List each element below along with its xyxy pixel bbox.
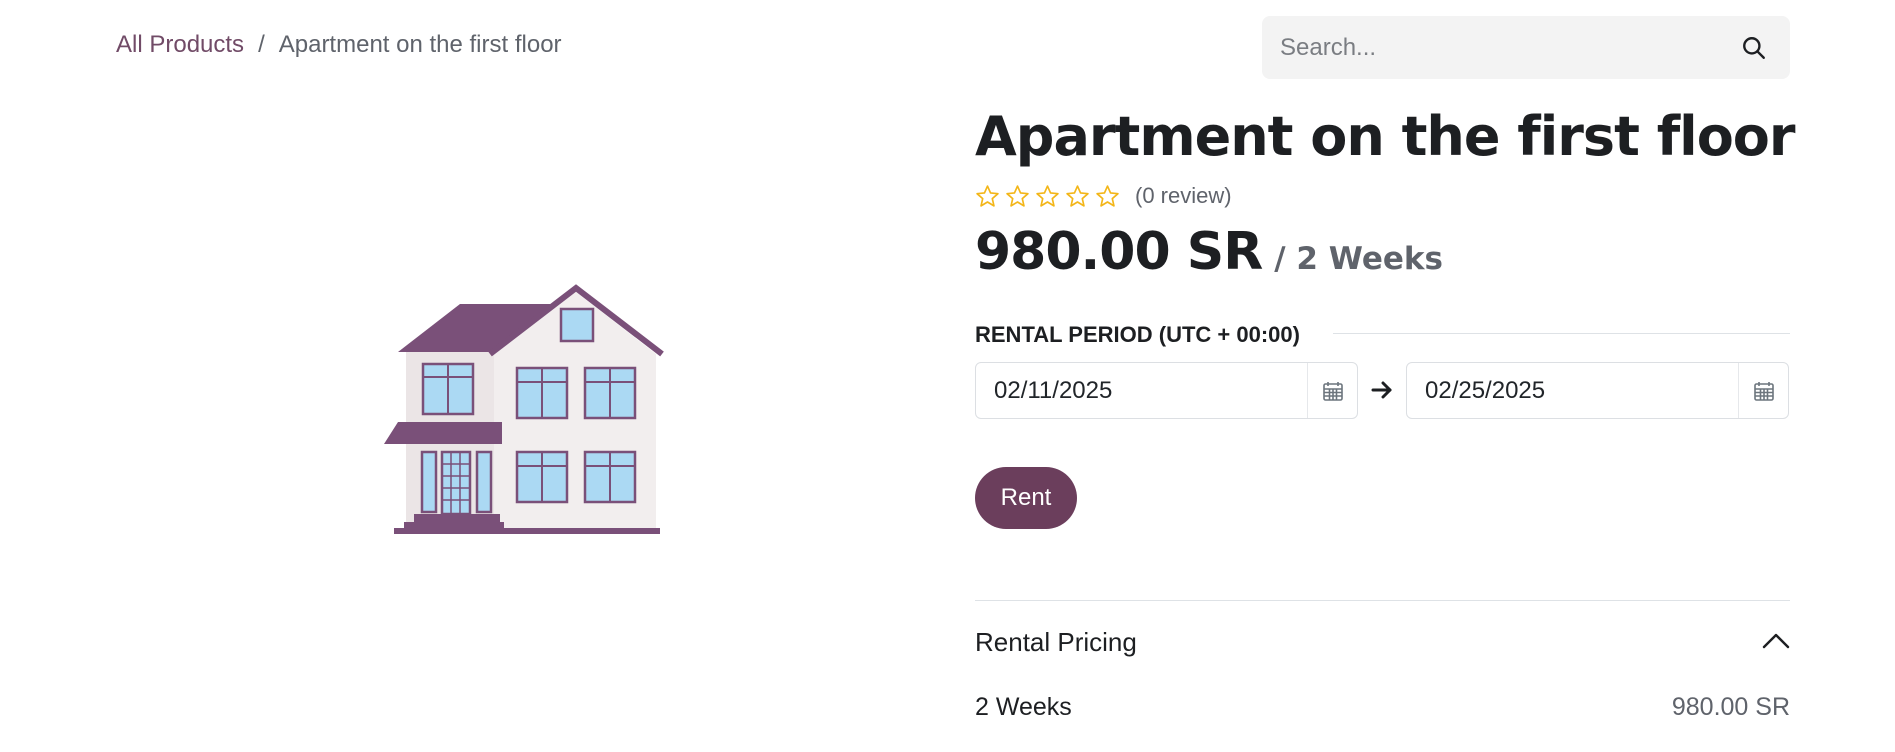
rental-end-date-field [1406, 362, 1789, 419]
star-empty-icon [976, 184, 999, 207]
star-empty-icon [1066, 184, 1089, 207]
pricing-price: 980.00 SR [1671, 693, 1790, 721]
product-image [380, 262, 665, 534]
star-empty-icon [1096, 184, 1119, 207]
search-input[interactable] [1280, 33, 1736, 62]
price-amount: 980.00 SR [975, 222, 1263, 282]
rental-period-label: RENTAL PERIOD (UTC + 00:00) [975, 322, 1300, 347]
search-bar [1262, 16, 1790, 79]
pricing-row: 2 Weeks 980.00 SR [975, 693, 1790, 722]
chevron-up-icon [1762, 631, 1790, 654]
breadcrumb-separator: / [258, 31, 265, 58]
rating: (0 review) [975, 183, 1232, 209]
rental-pricing-toggle[interactable]: Rental Pricing [975, 622, 1790, 662]
star-empty-icon [1036, 184, 1059, 207]
breadcrumb-current-page: Apartment on the first floor [278, 31, 562, 58]
arrow-right-icon [1370, 375, 1394, 405]
rental-pricing-title: Rental Pricing [975, 626, 1137, 657]
rental-period-divider [1333, 333, 1790, 334]
rental-end-date-input[interactable] [1407, 363, 1738, 418]
star-empty-icon [1006, 184, 1029, 207]
rental-start-date-input[interactable] [976, 363, 1307, 418]
pricing-divider [975, 600, 1790, 601]
rental-start-date-field [975, 362, 1358, 419]
calendar-icon[interactable] [1307, 363, 1357, 418]
search-icon[interactable] [1736, 30, 1772, 66]
review-count[interactable]: (0 review) [1135, 183, 1232, 209]
house-illustration-icon [384, 284, 664, 534]
price: 980.00 SR / 2 Weeks [975, 222, 1443, 282]
breadcrumb: All Products / Apartment on the first fl… [116, 31, 562, 59]
breadcrumb-all-products-link[interactable]: All Products [116, 31, 244, 59]
rent-button[interactable]: Rent [975, 467, 1077, 529]
product-title: Apartment on the first floor [975, 105, 1796, 168]
pricing-duration: 2 Weeks [975, 693, 1072, 721]
price-unit: / 2 Weeks [1274, 241, 1443, 277]
calendar-icon[interactable] [1738, 363, 1788, 418]
